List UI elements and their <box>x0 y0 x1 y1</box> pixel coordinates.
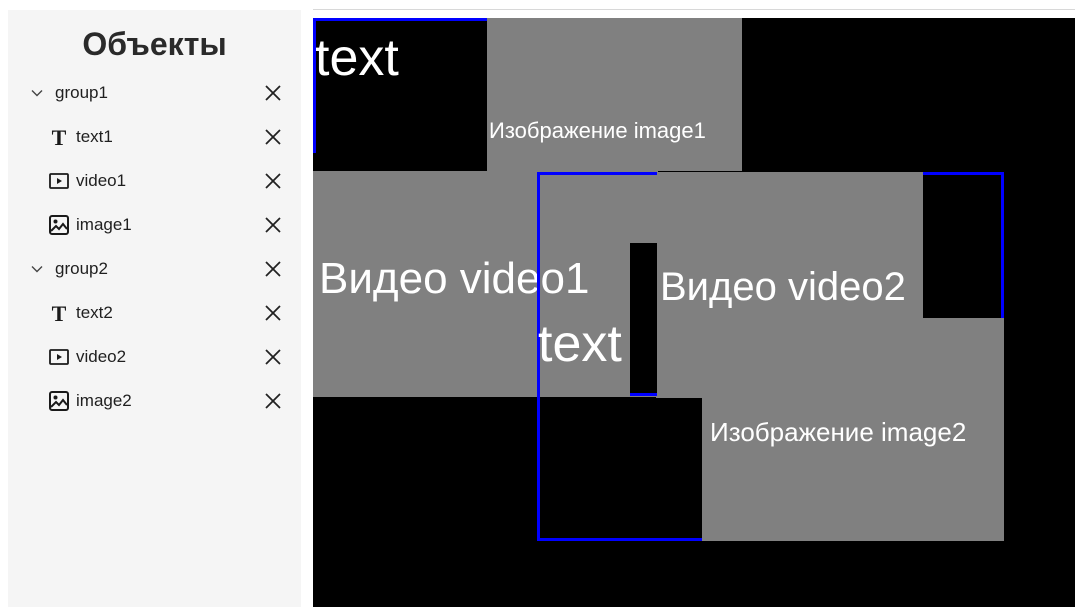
video2-overlay-box <box>923 175 1001 318</box>
tree-item-video2[interactable]: video2 <box>8 335 301 379</box>
tree-item-video1[interactable]: video1 <box>8 159 301 203</box>
image2-label: Изображение image2 <box>710 417 967 447</box>
close-icon[interactable] <box>263 215 283 235</box>
selection-border-left <box>313 18 316 153</box>
objects-panel: Объекты group1 T text1 video1 image1 gro… <box>8 10 301 607</box>
tree-item-group2[interactable]: group2 <box>8 247 301 291</box>
close-icon[interactable] <box>263 347 283 367</box>
text2-content: text <box>538 315 622 373</box>
text-type-icon: T <box>52 126 67 148</box>
selection-border-top <box>313 18 487 21</box>
text2-object[interactable] <box>630 243 657 396</box>
svg-text:T: T <box>52 302 67 324</box>
svg-text:T: T <box>52 126 67 148</box>
tree-item-image1[interactable]: image1 <box>8 203 301 247</box>
app-window: Объекты group1 T text1 video1 image1 gro… <box>0 0 1075 607</box>
close-icon[interactable] <box>263 259 283 279</box>
image-icon <box>49 391 69 411</box>
tree-item-text1[interactable]: T text1 <box>8 115 301 159</box>
close-icon[interactable] <box>263 127 283 147</box>
group2-empty-area <box>539 398 702 541</box>
stage-canvas[interactable]: Изображение image1 Видео video1 text Вид… <box>313 18 1075 607</box>
tree-item-label: group2 <box>55 259 108 278</box>
video-icon <box>49 349 69 365</box>
tree-item-label: text1 <box>76 127 113 146</box>
close-icon[interactable] <box>263 83 283 103</box>
tree-item-image2[interactable]: image2 <box>8 379 301 423</box>
tree-item-label: video2 <box>76 347 127 366</box>
video-icon <box>49 173 69 189</box>
text1-object[interactable]: text <box>313 18 487 153</box>
image-icon <box>49 215 69 235</box>
text2-selection-bottom <box>630 393 657 396</box>
group2-border-bottom <box>537 538 702 541</box>
close-icon[interactable] <box>263 303 283 323</box>
image1-label: Изображение image1 <box>489 118 706 143</box>
panel-title: Объекты <box>82 26 227 62</box>
group2-border-top-left <box>537 172 657 175</box>
chevron-down-icon[interactable] <box>30 86 44 100</box>
group2-border-right <box>1001 172 1004 318</box>
close-icon[interactable] <box>263 171 283 191</box>
video1-label: Видео video1 <box>319 254 590 303</box>
tree-item-label: text2 <box>76 303 113 322</box>
tree-item-label: group1 <box>55 83 108 102</box>
tree-item-text2[interactable]: T text2 <box>8 291 301 335</box>
canvas-top-border <box>313 9 1075 10</box>
image1-object[interactable]: Изображение image1 <box>487 18 742 171</box>
text1-content: text <box>315 29 399 87</box>
tree-item-group1[interactable]: group1 <box>8 71 301 115</box>
video2-label: Видео video2 <box>660 265 906 309</box>
chevron-down-icon[interactable] <box>30 262 44 276</box>
tree-item-label: image2 <box>76 391 132 410</box>
close-icon[interactable] <box>263 391 283 411</box>
tree-item-label: video1 <box>76 171 127 190</box>
tree-item-label: image1 <box>76 215 132 234</box>
text-type-icon: T <box>52 302 67 324</box>
